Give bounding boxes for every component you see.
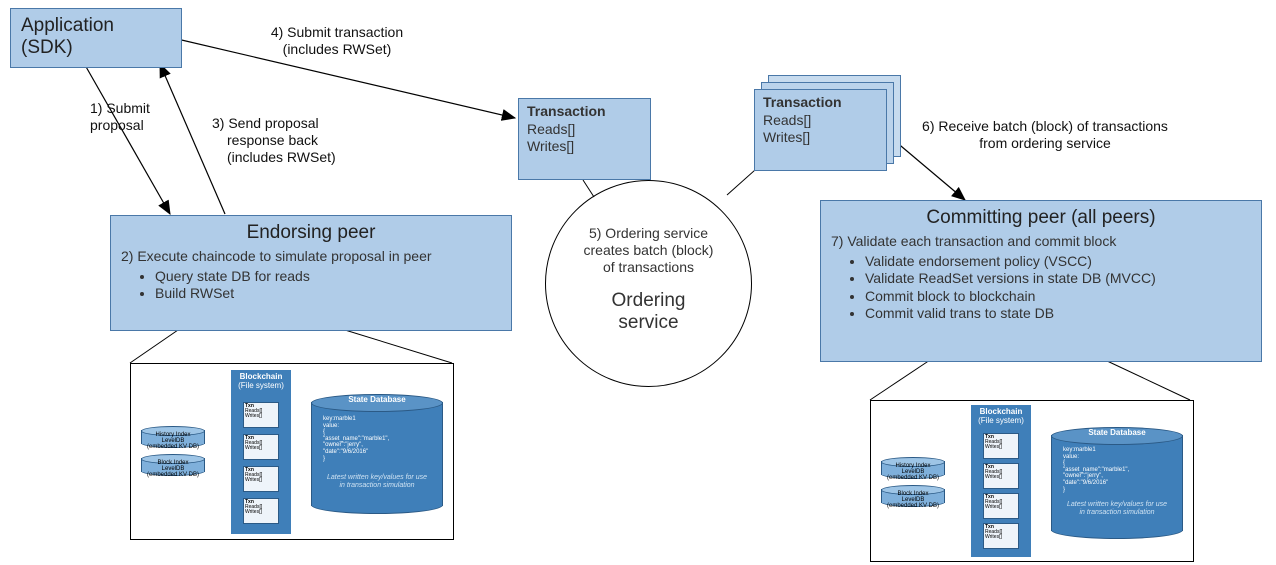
step5-l1: 5) Ordering service [589,225,708,241]
bc-txn-4: TxnReads[]Writes[] [243,498,279,524]
step6-l1: 6) Receive batch (block) of transactions [922,118,1168,134]
bi3r: (embedded KV DB) [887,503,939,509]
sj3: "owner":"jerry", [323,442,363,448]
step3-l1: 3) Send proposal [212,115,319,131]
commit-b1: Validate endorsement policy (VSCC) [865,253,1251,271]
ordering-service-circle: 5) Ordering service creates batch (block… [545,180,752,387]
bc-txn-2: TxnReads[]Writes[] [243,434,279,460]
bc-t2: (File system) [233,381,289,390]
transaction-box: Transaction Reads[] Writes[] [518,98,651,180]
bc-t1r: Blockchain [973,407,1029,416]
svr: value: [1063,454,1079,460]
step5-l2: creates batch (block) [584,242,714,258]
tw4: Writes[] [245,509,262,515]
endorsing-step2: 2) Execute chaincode to simulate proposa… [121,248,501,266]
commit-b2: Validate ReadSet versions in state DB (M… [865,270,1251,288]
sj2r: "asset_name":"marble1", [1063,467,1129,473]
tw3r: Writes[] [985,504,1002,510]
state-db-cyl-r: State Database key:marble1 value: { "ass… [1051,427,1183,539]
skr: key:marble1 [1063,447,1096,453]
app-title-l1: Application [21,15,171,37]
committing-peer-box: Committing peer (all peers) 7) Validate … [820,200,1262,362]
step1-l2: proposal [90,117,144,133]
history-index-cyl-r: History IndexLevelDB(embedded KV DB) [881,457,945,479]
endorse-b2: Build RWSet [155,285,501,303]
txns-reads: Reads[] [763,112,878,130]
commit-b3: Commit block to blockchain [865,288,1251,306]
step3-label: 3) Send proposal response back (includes… [212,115,352,165]
hi3: (embedded KV DB) [147,444,199,450]
endorsing-peer-box: Endorsing peer 2) Execute chaincode to s… [110,215,512,331]
sn2r: in transaction simulation [1079,509,1154,516]
bc-txn-1: TxnReads[]Writes[] [243,402,279,428]
hi3r: (embedded KV DB) [887,475,939,481]
step1-l1: 1) Submit [90,100,150,116]
sj4: "date":"9/6/2016" [323,449,368,455]
bi3: (embedded KV DB) [147,472,199,478]
commit-bullets: Validate endorsement policy (VSCC) Valid… [831,253,1251,323]
sdb-title: State Database [311,396,443,405]
application-sdk-box: Application (SDK) [10,8,182,68]
ordering-l1: Ordering [612,290,686,311]
step4-l2: (includes RWSet) [283,41,392,57]
bc-t2r: (File system) [973,416,1029,425]
tw2: Writes[] [245,445,262,451]
state-db-cyl: State Database key:marble1 value: { "ass… [311,394,443,514]
app-title-l2: (SDK) [21,37,171,59]
sj3r: "owner":"jerry", [1063,473,1103,479]
sj4r: "date":"9/6/2016" [1063,480,1108,486]
history-index-cyl: History IndexLevelDB(embedded KV DB) [141,426,205,448]
endorsing-title: Endorsing peer [121,222,501,244]
sn1: Latest written key/values for use [327,474,427,481]
tw2r: Writes[] [985,474,1002,480]
txns-hdr: Transaction [763,94,878,112]
commit-step7: 7) Validate each transaction and commit … [831,233,1251,251]
committing-title: Committing peer (all peers) [831,207,1251,229]
txn-reads: Reads[] [527,121,642,139]
step1-label: 1) Submit proposal [90,100,170,134]
sn1r: Latest written key/values for use [1067,501,1167,508]
endorse-b1: Query state DB for reads [155,268,501,286]
step6-l2: from ordering service [979,135,1111,151]
sdb-title-r: State Database [1051,429,1183,438]
sj1r: { [1063,460,1065,466]
bc-txn-1r: TxnReads[]Writes[] [983,433,1019,459]
txn-hdr: Transaction [527,103,642,121]
endorsing-inset-frame: History IndexLevelDB(embedded KV DB) Blo… [130,363,454,540]
sk: key:marble1 [323,416,356,422]
step3-l2: response back [227,132,318,148]
tw1r: Writes[] [985,444,1002,450]
endorsing-bullets: Query state DB for reads Build RWSet [121,268,501,303]
diagram-canvas: Application (SDK) 1) Submit proposal 3) … [0,0,1276,565]
sj5r: } [1063,487,1065,493]
bc-txn-4r: TxnReads[]Writes[] [983,523,1019,549]
bc-txn-3: TxnReads[]Writes[] [243,466,279,492]
tw4r: Writes[] [985,534,1002,540]
tw1: Writes[] [245,413,262,419]
sv: value: [323,423,339,429]
transaction-stack-1: Transaction Reads[] Writes[] [754,89,887,171]
txns-writes: Writes[] [763,129,878,147]
commit-b4: Commit valid trans to state DB [865,305,1251,323]
step4-label: 4) Submit transaction (includes RWSet) [252,24,422,58]
step6-label: 6) Receive batch (block) of transactions… [900,118,1190,152]
bc-txn-3r: TxnReads[]Writes[] [983,493,1019,519]
ordering-l2: service [618,312,678,333]
txn-writes: Writes[] [527,138,642,156]
sj5: } [323,456,325,462]
bc-txn-2r: TxnReads[]Writes[] [983,463,1019,489]
step3-l3: (includes RWSet) [227,149,336,165]
sj2: "asset_name":"marble1", [323,436,389,442]
committing-inset-frame: History IndexLevelDB(embedded KV DB) Blo… [870,400,1194,562]
step4-l1: 4) Submit transaction [271,24,403,40]
block-index-cyl: Block IndexLevelDB(embedded KV DB) [141,454,205,476]
tw3: Writes[] [245,477,262,483]
step5-l3: of transactions [603,259,694,275]
sn2: in transaction simulation [339,482,414,489]
bc-t1: Blockchain [233,372,289,381]
block-index-cyl-r: Block IndexLevelDB(embedded KV DB) [881,485,945,507]
sj1: { [323,429,325,435]
